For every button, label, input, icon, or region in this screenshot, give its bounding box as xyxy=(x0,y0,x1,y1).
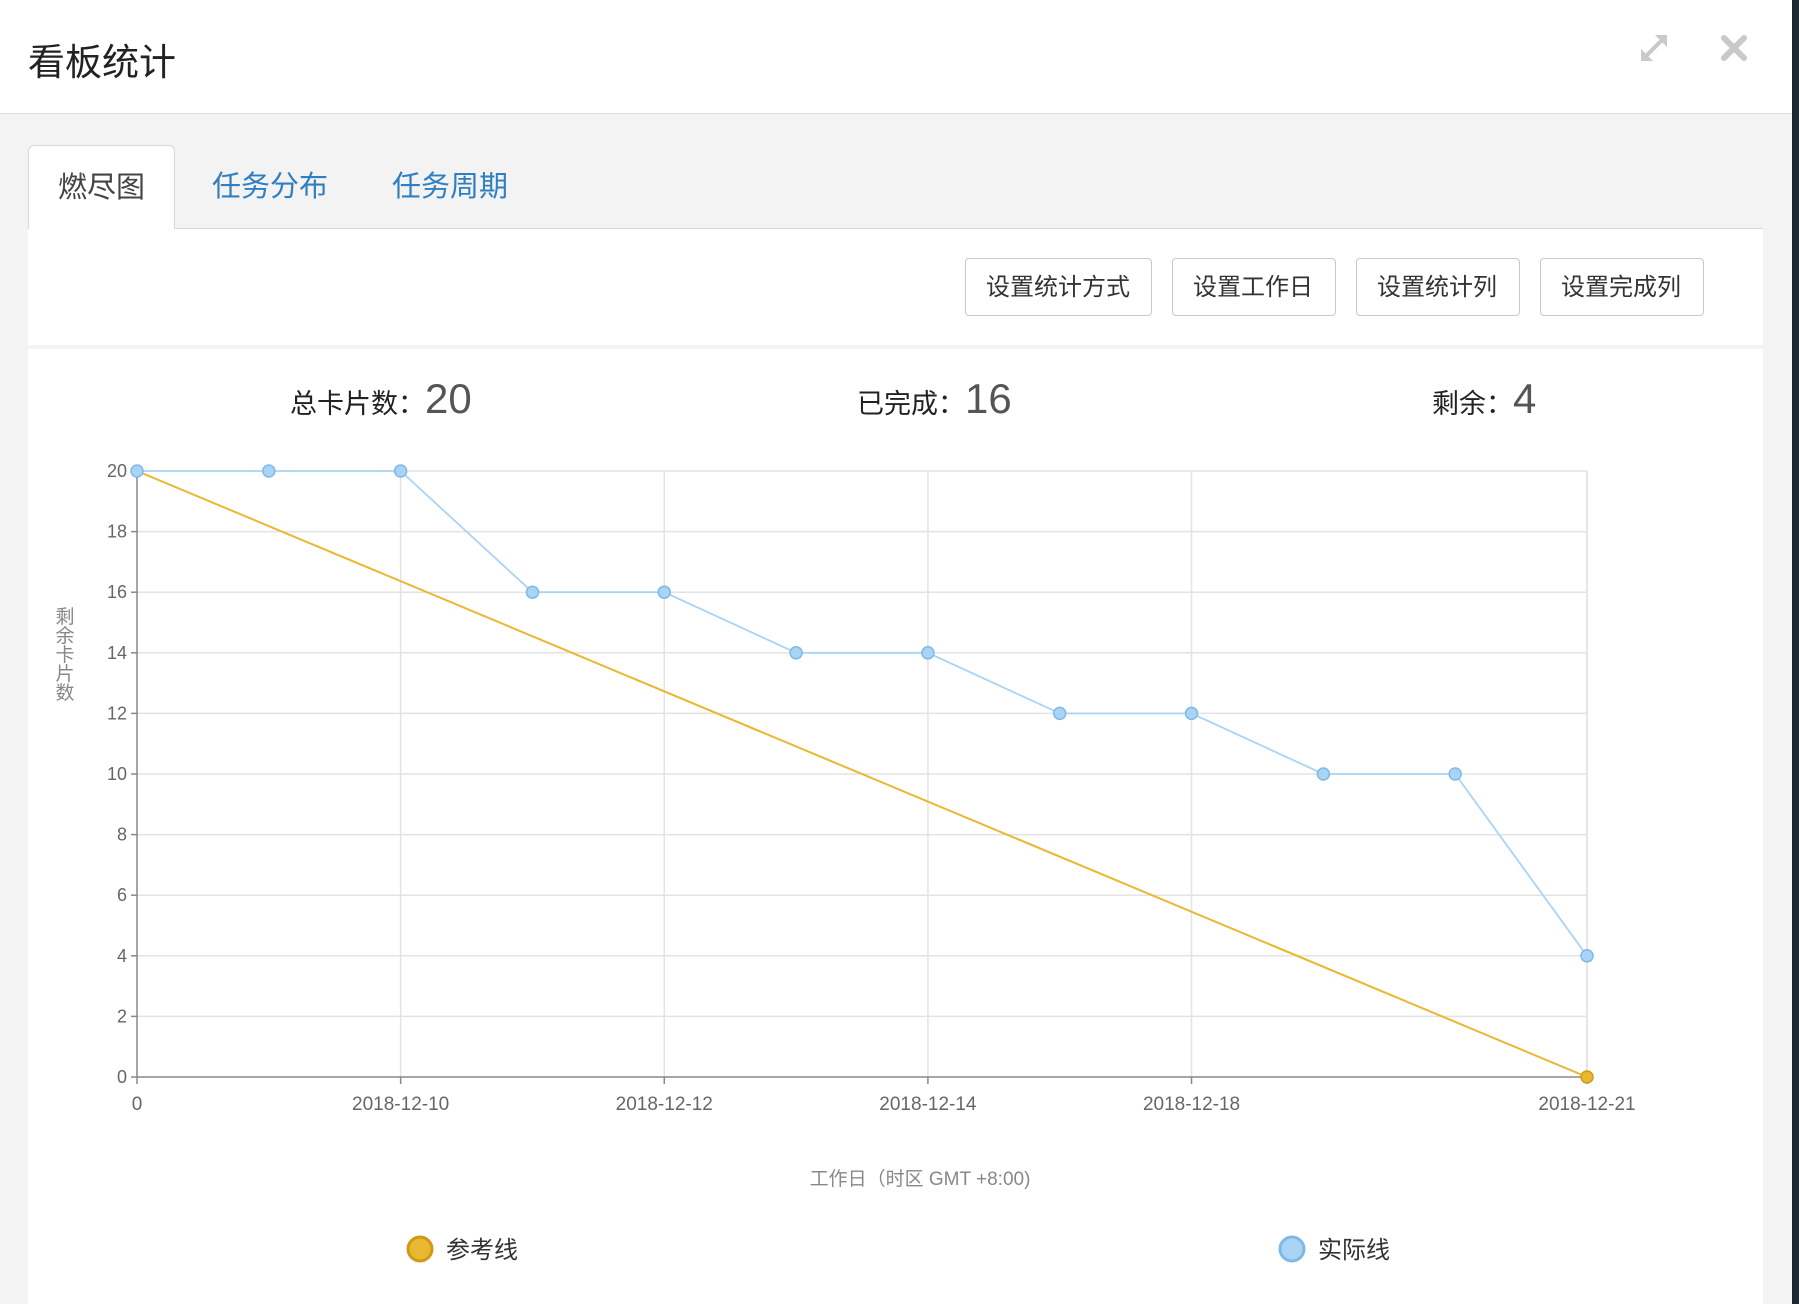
y-tick-label: 8 xyxy=(117,825,127,845)
tab-task-cycle[interactable]: 任务周期 xyxy=(392,145,508,227)
burndown-panel: 总卡片数：20 已完成：16 剩余：4 0 2 4 6 8 10 12 14 16 18 20 0 20… xyxy=(28,349,1763,1304)
x-tick-label: 2018-12-21 xyxy=(1538,1094,1635,1115)
actual-point xyxy=(657,585,672,599)
tab-burndown[interactable]: 燃尽图 xyxy=(28,145,175,230)
y-tick-label: 20 xyxy=(107,461,127,481)
y-tick-label: 0 xyxy=(117,1067,127,1087)
actual-point xyxy=(130,464,144,478)
legend-swatch xyxy=(1278,1235,1306,1263)
dialog-header: 看板统计 xyxy=(0,0,1792,114)
set-columns-button[interactable]: 设置统计列 xyxy=(1356,258,1520,316)
burndown-chart: 0 2 4 6 8 10 12 14 16 18 20 0 2018-12-10 2018-12-12 20… xyxy=(53,461,1636,1264)
y-tick-label: 18 xyxy=(107,522,127,542)
actual-point xyxy=(1052,706,1067,721)
legend-label: 实际线 xyxy=(1318,1237,1390,1264)
x-tick-label: 2018-12-14 xyxy=(879,1094,977,1115)
x-tick-label: 2018-12-10 xyxy=(352,1094,449,1115)
set-workday-button[interactable]: 设置工作日 xyxy=(1172,258,1336,316)
set-method-button[interactable]: 设置统计方式 xyxy=(965,258,1152,316)
actual-point xyxy=(525,585,540,599)
y-tick-label: 14 xyxy=(107,643,127,663)
dialog-title: 看板统计 xyxy=(28,41,176,84)
actual-point xyxy=(393,464,408,478)
legend-swatch xyxy=(406,1235,434,1263)
legend-label: 参考线 xyxy=(446,1237,518,1264)
y-tick-label: 12 xyxy=(107,703,127,723)
actual-point xyxy=(1184,706,1199,721)
y-axis-label: 剩余卡片数 xyxy=(53,606,75,701)
x-axis-label: 工作日（时区 GMT +8:00) xyxy=(810,1168,1031,1190)
actual-point xyxy=(789,646,803,660)
x-tick-label: 0 xyxy=(132,1094,143,1115)
chart-toolbar: 设置统计方式 设置工作日 设置统计列 设置完成列 xyxy=(28,229,1763,345)
close-icon[interactable] xyxy=(1714,28,1754,68)
y-tick-label: 16 xyxy=(107,582,127,602)
y-tick-label: 2 xyxy=(117,1006,127,1026)
actual-point xyxy=(262,464,276,478)
actual-point xyxy=(1316,767,1331,781)
reference-point xyxy=(1580,1070,1594,1084)
y-tick-label: 6 xyxy=(117,885,127,905)
y-tick-label: 4 xyxy=(117,946,127,966)
expand-icon[interactable] xyxy=(1634,28,1674,68)
actual-point xyxy=(921,646,935,660)
tab-task-distribution[interactable]: 任务分布 xyxy=(212,145,328,227)
x-tick-label: 2018-12-12 xyxy=(616,1094,713,1115)
kanban-stats-dialog: 看板统计 燃尽图 任务分布 任务周期 设置统计方式 设置工作日 设置统计列 设置… xyxy=(0,0,1792,1304)
actual-point xyxy=(1580,949,1594,963)
set-done-column-button[interactable]: 设置完成列 xyxy=(1540,258,1704,316)
tab-bar: 燃尽图 任务分布 任务周期 xyxy=(28,145,1763,230)
actual-point xyxy=(1448,767,1462,781)
y-tick-label: 10 xyxy=(107,764,127,784)
x-tick-label: 2018-12-18 xyxy=(1143,1094,1240,1115)
